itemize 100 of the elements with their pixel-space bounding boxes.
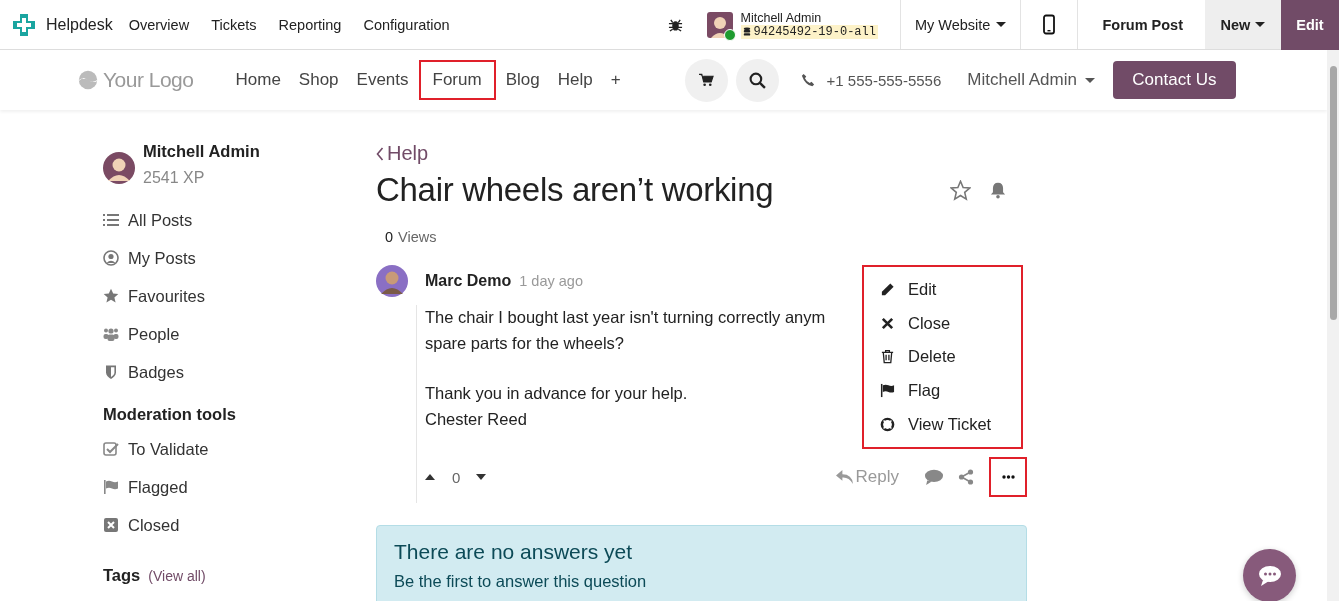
site-nav-link[interactable]: + bbox=[602, 60, 629, 100]
user-avatar[interactable] bbox=[706, 11, 733, 38]
section-heading: Tags bbox=[103, 566, 141, 585]
site-nav-link[interactable]: Shop bbox=[290, 60, 347, 100]
comment-icon[interactable] bbox=[925, 469, 943, 485]
sidebar-item-label[interactable]: All Posts bbox=[128, 210, 193, 230]
site-nav-link[interactable]: Events bbox=[348, 60, 417, 100]
reply-icon bbox=[835, 470, 853, 484]
upvote-icon[interactable] bbox=[425, 474, 435, 480]
sidebar-item[interactable]: Closed bbox=[103, 506, 376, 544]
views-label: Views bbox=[398, 229, 437, 245]
new-dropdown-button[interactable]: New bbox=[1205, 0, 1281, 49]
author-name[interactable]: Marc Demo bbox=[425, 272, 512, 290]
menu-item-label[interactable]: View Ticket bbox=[908, 414, 992, 434]
menu-item-label[interactable]: Edit bbox=[908, 280, 937, 300]
search-icon bbox=[748, 71, 766, 89]
edit-button[interactable]: Edit bbox=[1281, 0, 1339, 50]
post-text-line: The chair I bought last year isn't turning correctly anym bbox=[425, 307, 826, 328]
sidebar-item-label[interactable]: Favourites bbox=[128, 286, 206, 306]
user-name: Mitchell Admin bbox=[740, 10, 823, 25]
menu-item-label[interactable]: Close bbox=[908, 313, 951, 333]
top-menu-item[interactable]: Reporting bbox=[278, 16, 342, 33]
post-text-line: Chester Reed bbox=[425, 408, 527, 430]
post-text-line: Thank you in advance for your help. bbox=[425, 383, 688, 404]
back-link[interactable]: Help bbox=[376, 142, 429, 165]
bug-icon[interactable] bbox=[667, 17, 683, 32]
site-nav-link[interactable]: Help bbox=[549, 60, 601, 100]
sidebar-item[interactable]: Badges bbox=[103, 353, 376, 391]
site-nav-link[interactable]: Home bbox=[227, 60, 289, 100]
user-name: Mitchell Admin bbox=[143, 142, 260, 161]
user-icon bbox=[103, 250, 119, 266]
close-icon bbox=[880, 315, 895, 331]
post-title: Chair wheels aren’t working bbox=[376, 171, 775, 209]
site-nav-link[interactable]: Forum bbox=[418, 60, 496, 100]
mobile-preview-icon[interactable] bbox=[1043, 14, 1056, 35]
people-icon bbox=[103, 326, 119, 342]
close-box-icon bbox=[103, 517, 119, 533]
trash-icon bbox=[880, 349, 895, 365]
more-options-button[interactable] bbox=[989, 457, 1027, 497]
phone-icon bbox=[800, 73, 815, 87]
chat-bubble-icon bbox=[1257, 564, 1282, 587]
xp-points: 2541 XP bbox=[143, 169, 206, 187]
chevron-left-icon bbox=[376, 146, 384, 161]
view-count: 0 bbox=[385, 229, 394, 245]
chat-button[interactable] bbox=[1243, 549, 1296, 601]
flag-icon bbox=[103, 479, 119, 495]
site-nav-link[interactable]: Blog bbox=[497, 60, 548, 100]
alert-title: There are no answers yet bbox=[394, 540, 634, 564]
database-icon bbox=[742, 26, 751, 37]
account-dropdown[interactable]: Mitchell Admin bbox=[967, 70, 1095, 90]
sidebar-item[interactable]: Flagged bbox=[103, 468, 376, 506]
bell-icon[interactable] bbox=[989, 181, 1007, 199]
database-name: 94245492-19-0-all bbox=[753, 24, 876, 39]
pencil-icon bbox=[880, 282, 895, 298]
star-icon bbox=[103, 288, 119, 304]
sidebar-item-label[interactable]: Flagged bbox=[128, 477, 188, 497]
cart-icon bbox=[698, 73, 714, 87]
app-name[interactable]: Helpdesk bbox=[46, 15, 113, 34]
record-type-label: Forum Post bbox=[1101, 16, 1184, 33]
flag-icon bbox=[880, 383, 895, 399]
sidebar-item-label[interactable]: My Posts bbox=[128, 248, 196, 268]
vote-count: 0 bbox=[452, 468, 461, 486]
sidebar-item[interactable]: My Posts bbox=[103, 239, 376, 277]
menu-item-label[interactable]: Flag bbox=[908, 381, 941, 401]
post-time: 1 day ago bbox=[519, 273, 583, 289]
menu-item[interactable]: Edit bbox=[864, 273, 1021, 307]
phone-number-link[interactable]: +1 555-555-5556 bbox=[826, 71, 942, 89]
view-all-link[interactable]: (View all) bbox=[148, 568, 206, 584]
menu-item[interactable]: View Ticket bbox=[864, 407, 1021, 441]
alert-text: Be the first to answer this question bbox=[394, 572, 648, 591]
checkbox-icon bbox=[103, 441, 119, 457]
author-avatar bbox=[376, 265, 408, 297]
lifebuoy-icon bbox=[880, 416, 895, 432]
top-menu-item[interactable]: Tickets bbox=[211, 16, 257, 33]
menu-item[interactable]: Delete bbox=[864, 340, 1021, 374]
list-icon bbox=[103, 212, 119, 228]
contact-us-button[interactable]: Contact Us bbox=[1112, 61, 1236, 99]
menu-item[interactable]: Close bbox=[864, 306, 1021, 341]
star-icon[interactable] bbox=[950, 179, 971, 201]
sidebar-item[interactable]: Favourites bbox=[103, 277, 376, 315]
sidebar-item-label[interactable]: Closed bbox=[128, 515, 180, 535]
top-menu-item[interactable]: Configuration bbox=[363, 16, 450, 33]
user-avatar bbox=[103, 152, 135, 184]
ellipsis-icon bbox=[1001, 475, 1015, 479]
sidebar-item-label[interactable]: People bbox=[128, 324, 180, 344]
shield-icon bbox=[103, 364, 119, 380]
share-icon[interactable] bbox=[957, 469, 975, 485]
section-heading: Moderation tools bbox=[103, 405, 237, 424]
sidebar-item[interactable]: People bbox=[103, 315, 376, 353]
website-dropdown[interactable]: My Website bbox=[900, 0, 1021, 49]
downvote-icon[interactable] bbox=[476, 474, 487, 480]
scrollbar[interactable] bbox=[1327, 50, 1339, 601]
top-menu-item[interactable]: Overview bbox=[128, 16, 190, 33]
sidebar-item-label[interactable]: To Validate bbox=[128, 439, 209, 459]
menu-item-label[interactable]: Delete bbox=[908, 347, 956, 367]
menu-item[interactable]: Flag bbox=[864, 373, 1021, 408]
sidebar-item-label[interactable]: Badges bbox=[128, 362, 184, 382]
sidebar-item[interactable]: To Validate bbox=[103, 430, 376, 468]
sidebar-item[interactable]: All Posts bbox=[103, 201, 376, 239]
post-text-line: spare parts for the wheels? bbox=[425, 332, 625, 354]
